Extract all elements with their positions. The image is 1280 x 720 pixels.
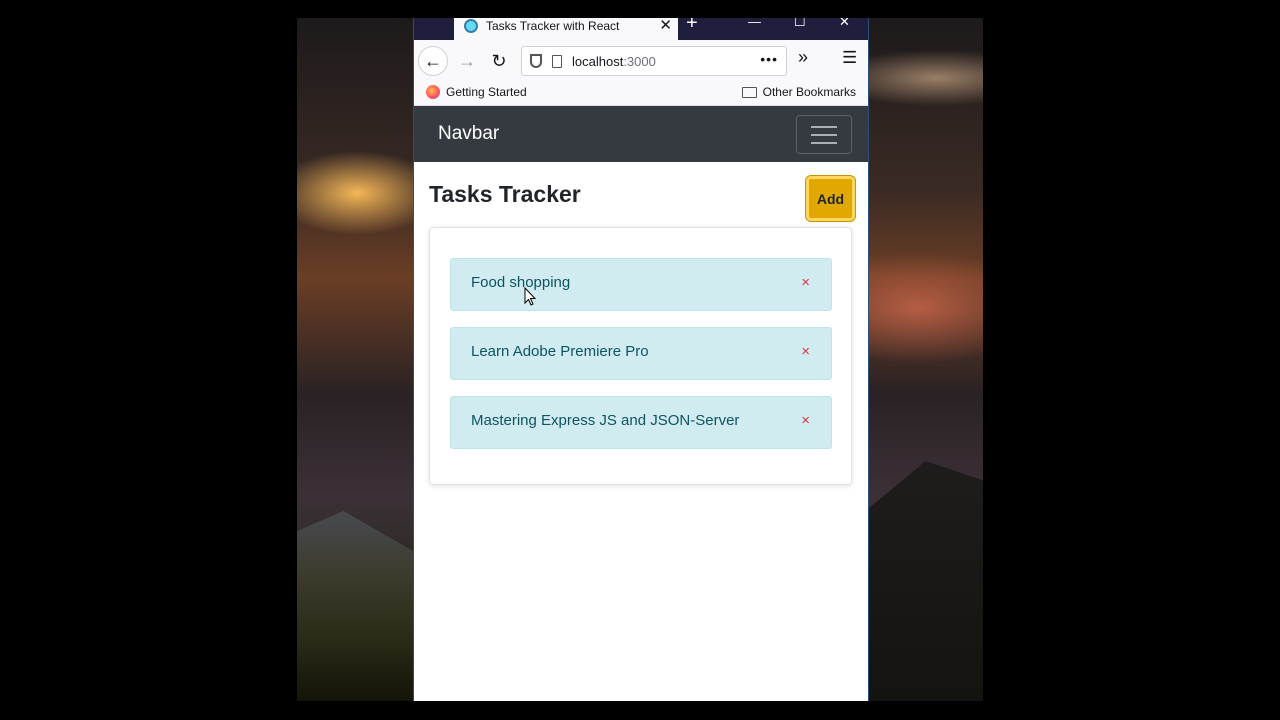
page-actions-icon[interactable]: ••• [760,51,778,67]
bookmark-other[interactable]: Other Bookmarks [741,85,856,99]
forward-arrow-icon[interactable]: → [452,46,482,76]
maximize-icon[interactable]: ☐ [794,18,806,30]
bookmark-label: Other Bookmarks [762,85,856,99]
firefox-icon [426,85,440,99]
navbar-brand[interactable]: Navbar [438,123,499,145]
folder-icon [741,86,757,98]
toggler-line [811,141,837,144]
shield-icon[interactable] [530,54,542,68]
minimize-icon[interactable]: — [748,18,761,29]
browser-window: Tasks Tracker with React ✕ + — ☐ ✕ ← → ↻… [413,18,869,701]
wallpaper-hill-right [868,461,983,701]
bookmarks-bar: Getting Started Other Bookmarks [414,80,868,106]
toggler-line [811,133,837,136]
mouse-cursor-icon [524,287,537,306]
react-icon [464,19,478,33]
add-button[interactable]: Add [806,176,855,221]
browser-toolbar: ← → ↻ localhost:3000 ••• » ☰ [414,40,868,80]
toggler-line [811,125,837,128]
page-icon [552,54,562,68]
page-title: Tasks Tracker [429,181,581,207]
tab-bar: Tasks Tracker with React ✕ + — ☐ ✕ [414,18,868,40]
url-text: localhost:3000 [572,53,656,69]
back-arrow-icon[interactable]: ← [418,46,448,76]
page-header: Tasks Tracker Add [414,162,868,228]
new-tab-icon[interactable]: + [686,18,698,35]
address-bar[interactable]: localhost:3000 ••• [521,46,787,76]
tab-close-icon[interactable]: ✕ [659,18,672,34]
browser-tab[interactable]: Tasks Tracker with React ✕ [454,18,678,40]
chevron-right-double-icon[interactable]: » [798,47,808,68]
bookmark-label: Getting Started [446,85,527,99]
bookmark-getting-started[interactable]: Getting Started [426,85,527,99]
hamburger-menu-icon[interactable]: ☰ [842,48,857,68]
close-window-icon[interactable]: ✕ [839,18,850,30]
wallpaper-hill-left [297,511,413,701]
tab-title: Tasks Tracker with React [486,19,620,33]
reload-icon[interactable]: ↻ [484,46,514,76]
app-navbar: Navbar [414,106,868,162]
navbar-toggler-button[interactable] [796,115,852,154]
